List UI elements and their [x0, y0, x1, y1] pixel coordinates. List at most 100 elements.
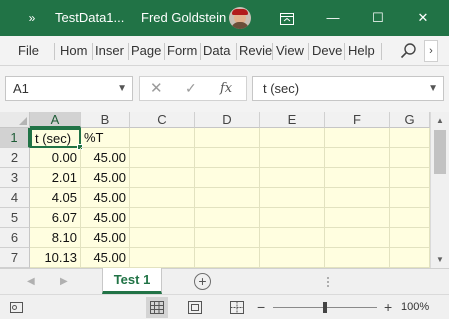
tab-page-layout[interactable]: Page — [131, 36, 161, 66]
cell-g7[interactable] — [390, 248, 430, 268]
cell-a7[interactable]: 10.13 — [30, 248, 81, 268]
quick-access-more-button[interactable]: » — [26, 0, 38, 36]
cell-e2[interactable] — [260, 148, 325, 168]
cell-a2[interactable]: 0.00 — [30, 148, 81, 168]
cell-b4[interactable]: 45.00 — [81, 188, 130, 208]
tab-home[interactable]: Hom — [60, 36, 87, 66]
cell-f4[interactable] — [325, 188, 390, 208]
tab-file[interactable]: File — [18, 36, 39, 66]
cell-e6[interactable] — [260, 228, 325, 248]
scroll-down-icon[interactable]: ▼ — [431, 253, 449, 267]
tab-developer[interactable]: Deve — [312, 36, 342, 66]
cell-b3[interactable]: 45.00 — [81, 168, 130, 188]
tab-formulas[interactable]: Form — [167, 36, 197, 66]
tab-insert[interactable]: Inser — [95, 36, 124, 66]
zoom-level[interactable]: 100% — [401, 295, 429, 319]
cell-c1[interactable] — [130, 128, 195, 148]
column-header-f[interactable]: F — [325, 112, 390, 128]
cell-d1[interactable] — [195, 128, 260, 148]
chevron-down-icon[interactable]: ▼ — [117, 77, 127, 100]
cell-a5[interactable]: 6.07 — [30, 208, 81, 228]
macro-recording-icon[interactable] — [9, 295, 25, 319]
sheet-tab-test-1[interactable]: Test 1 — [102, 268, 162, 294]
zoom-slider-thumb[interactable] — [323, 302, 327, 313]
row-header-6[interactable]: 6 — [0, 228, 30, 248]
cell-c4[interactable] — [130, 188, 195, 208]
cell-f3[interactable] — [325, 168, 390, 188]
cell-b6[interactable]: 45.00 — [81, 228, 130, 248]
cell-d5[interactable] — [195, 208, 260, 228]
cell-c5[interactable] — [130, 208, 195, 228]
search-icon[interactable] — [398, 42, 418, 60]
row-header-4[interactable]: 4 — [0, 188, 30, 208]
cell-g6[interactable] — [390, 228, 430, 248]
cell-f7[interactable] — [325, 248, 390, 268]
column-header-g[interactable]: G — [390, 112, 430, 128]
normal-view-icon[interactable] — [146, 297, 168, 318]
cell-f6[interactable] — [325, 228, 390, 248]
row-header-2[interactable]: 2 — [0, 148, 30, 168]
row-header-5[interactable]: 5 — [0, 208, 30, 228]
column-header-e[interactable]: E — [260, 112, 325, 128]
cell-b1[interactable]: %T — [81, 128, 130, 148]
column-header-d[interactable]: D — [195, 112, 260, 128]
cell-e5[interactable] — [260, 208, 325, 228]
cell-a6[interactable]: 8.10 — [30, 228, 81, 248]
zoom-in-button[interactable]: + — [384, 295, 392, 319]
sheet-next-icon[interactable]: ▶ — [60, 269, 68, 295]
maximize-button[interactable]: ☐ — [355, 0, 401, 36]
cell-b5[interactable]: 45.00 — [81, 208, 130, 228]
row-header-7[interactable]: 7 — [0, 248, 30, 268]
cell-b7[interactable]: 45.00 — [81, 248, 130, 268]
cell-g2[interactable] — [390, 148, 430, 168]
tab-view[interactable]: View — [276, 36, 304, 66]
cell-f1[interactable] — [325, 128, 390, 148]
page-layout-view-icon[interactable] — [186, 295, 204, 319]
expand-formula-bar-icon[interactable]: ▼ — [428, 77, 438, 100]
cell-f5[interactable] — [325, 208, 390, 228]
column-header-c[interactable]: C — [130, 112, 195, 128]
cell-g5[interactable] — [390, 208, 430, 228]
horizontal-scroll-splitter[interactable] — [320, 272, 430, 292]
enter-icon[interactable]: ✓ — [185, 77, 197, 100]
cell-f2[interactable] — [325, 148, 390, 168]
cell-e7[interactable] — [260, 248, 325, 268]
cell-c7[interactable] — [130, 248, 195, 268]
worksheet-grid[interactable]: ABCDEFG1t (sec) %T 2 0.00 45.00 3 2.01 45.00 4 4.… — [0, 112, 449, 268]
cell-g1[interactable] — [390, 128, 430, 148]
tab-help[interactable]: Help — [348, 36, 375, 66]
cell-c2[interactable] — [130, 148, 195, 168]
minimize-button[interactable]: — — [310, 0, 356, 36]
cell-a4[interactable]: 4.05 — [30, 188, 81, 208]
select-all-button[interactable] — [0, 112, 30, 128]
row-header-3[interactable]: 3 — [0, 168, 30, 188]
cell-c6[interactable] — [130, 228, 195, 248]
zoom-slider[interactable] — [273, 295, 377, 319]
cell-e3[interactable] — [260, 168, 325, 188]
cell-d4[interactable] — [195, 188, 260, 208]
cancel-icon[interactable]: ✕ — [150, 77, 163, 100]
cell-e4[interactable] — [260, 188, 325, 208]
ribbon-scroll-right-button[interactable]: › — [424, 40, 438, 62]
row-header-1[interactable]: 1 — [0, 128, 30, 148]
zoom-out-button[interactable]: − — [257, 295, 265, 319]
name-box[interactable]: A1 ▼ — [5, 76, 133, 101]
cell-e1[interactable] — [260, 128, 325, 148]
tab-review[interactable]: Revie — [239, 36, 272, 66]
cell-d3[interactable] — [195, 168, 260, 188]
cell-d6[interactable] — [195, 228, 260, 248]
cell-b2[interactable]: 45.00 — [81, 148, 130, 168]
column-header-b[interactable]: B — [81, 112, 130, 128]
ribbon-display-options-button[interactable] — [264, 0, 310, 36]
cell-g3[interactable] — [390, 168, 430, 188]
add-sheet-button[interactable]: + — [194, 273, 211, 290]
cell-g4[interactable] — [390, 188, 430, 208]
cell-a1[interactable]: t (sec) — [30, 128, 81, 148]
cell-a3[interactable]: 2.01 — [30, 168, 81, 188]
scroll-thumb[interactable] — [434, 130, 446, 174]
cell-d7[interactable] — [195, 248, 260, 268]
scroll-up-icon[interactable]: ▲ — [431, 114, 449, 128]
sheet-prev-icon[interactable]: ◀ — [27, 269, 35, 295]
vertical-scrollbar[interactable]: ▲ ▼ — [430, 112, 449, 268]
cell-c3[interactable] — [130, 168, 195, 188]
